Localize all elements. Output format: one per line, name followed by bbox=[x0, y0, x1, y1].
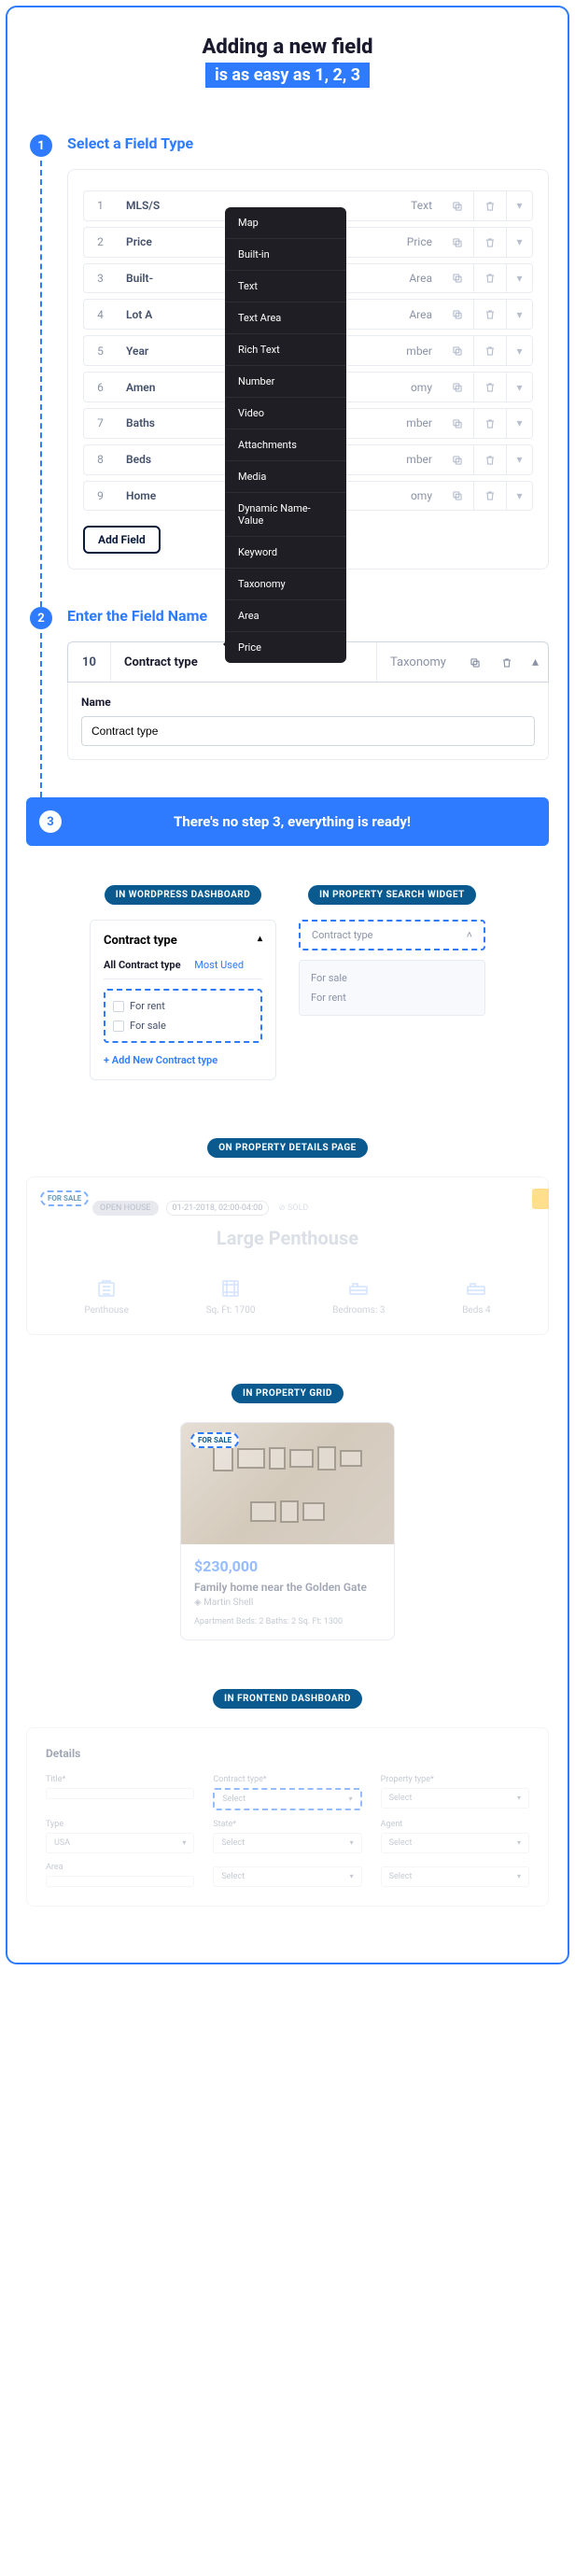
property-title: Family home near the Golden Gate bbox=[194, 1581, 381, 1594]
badge-details: ON PROPERTY DETAILS PAGE bbox=[207, 1138, 368, 1158]
form-field[interactable]: Contract type*Select▾ bbox=[213, 1775, 361, 1810]
chevron-down-icon[interactable]: ▾ bbox=[507, 408, 533, 439]
dropdown-item[interactable]: Keyword bbox=[225, 537, 346, 569]
property-meta: Apartment Beds: 2 Baths: 2 Sq. Ft: 1300 bbox=[194, 1617, 381, 1626]
copy-icon[interactable] bbox=[442, 190, 474, 221]
dropdown-item[interactable]: Video bbox=[225, 398, 346, 429]
agent-name: ◈ Martin Shell bbox=[194, 1598, 381, 1608]
dropdown-item[interactable]: Dynamic Name-Value bbox=[225, 493, 346, 537]
chevron-down-icon[interactable]: ▾ bbox=[507, 444, 533, 475]
form-field[interactable]: Property type*Select▾ bbox=[381, 1775, 529, 1810]
form-field[interactable]: AgentSelect▾ bbox=[381, 1820, 529, 1853]
dropdown-item[interactable]: Media bbox=[225, 461, 346, 493]
trash-icon[interactable] bbox=[474, 227, 507, 258]
chevron-down-icon[interactable]: ▾ bbox=[507, 335, 533, 366]
dropdown-item[interactable]: Built-in bbox=[225, 239, 346, 271]
date-badge: 01-21-2018, 02:00-04:00 bbox=[166, 1201, 270, 1216]
chevron-down-icon[interactable]: ▾ bbox=[507, 299, 533, 330]
form-field[interactable]: Select▾ bbox=[381, 1863, 529, 1887]
trash-icon[interactable] bbox=[474, 190, 507, 221]
trash-icon[interactable] bbox=[474, 481, 507, 512]
form-field[interactable]: State*Select▾ bbox=[213, 1820, 361, 1853]
dropdown-item[interactable]: Area bbox=[225, 600, 346, 632]
step-2-number: 2 bbox=[30, 607, 52, 629]
field-type: Taxonomy bbox=[377, 642, 459, 682]
widget-select[interactable]: Contract type˄ bbox=[299, 920, 485, 950]
feature-item: Bedrooms: 3 bbox=[332, 1277, 385, 1316]
dropdown-item[interactable]: Text bbox=[225, 271, 346, 303]
checkbox-option[interactable]: For rent bbox=[113, 996, 253, 1016]
badge-grid: IN PROPERTY GRID bbox=[231, 1384, 344, 1403]
dropdown-item[interactable]: Text Area bbox=[225, 303, 346, 334]
add-new-link[interactable]: + Add New Contract type bbox=[104, 1054, 262, 1066]
step-3-title: There's no step 3, everything is ready! bbox=[77, 813, 508, 830]
copy-icon[interactable] bbox=[442, 263, 474, 294]
trash-icon[interactable] bbox=[474, 408, 507, 439]
trash-icon[interactable] bbox=[474, 444, 507, 475]
widget-options[interactable]: For sale For rent bbox=[299, 960, 485, 1016]
copy-icon[interactable] bbox=[442, 227, 474, 258]
step-3-number: 3 bbox=[39, 810, 62, 833]
field-type-dropdown[interactable]: MapBuilt-inTextText AreaRich TextNumberV… bbox=[225, 207, 346, 663]
copy-icon[interactable] bbox=[459, 655, 491, 669]
chevron-down-icon[interactable]: ▾ bbox=[507, 190, 533, 221]
page-title: Adding a new field is as easy as 1, 2, 3 bbox=[26, 35, 549, 88]
tab-most-used[interactable]: Most Used bbox=[194, 959, 244, 971]
dropdown-item[interactable]: Price bbox=[225, 632, 346, 663]
chevron-down-icon[interactable]: ▾ bbox=[507, 372, 533, 402]
name-input[interactable] bbox=[81, 716, 535, 746]
tab-all[interactable]: All Contract type bbox=[104, 959, 181, 971]
favorite-tab[interactable] bbox=[532, 1189, 549, 1209]
trash-icon[interactable] bbox=[491, 655, 523, 669]
trash-icon[interactable] bbox=[474, 372, 507, 402]
name-label: Name bbox=[81, 696, 535, 709]
feature-item: Beds 4 bbox=[462, 1277, 490, 1316]
title-line2: is as easy as 1, 2, 3 bbox=[205, 63, 370, 88]
chevron-down-icon[interactable]: ▾ bbox=[507, 481, 533, 512]
trash-icon[interactable] bbox=[474, 335, 507, 366]
collapse-icon[interactable]: ▴ bbox=[258, 934, 262, 948]
step-1-number: 1 bbox=[30, 134, 52, 157]
trash-icon[interactable] bbox=[474, 299, 507, 330]
copy-icon[interactable] bbox=[442, 335, 474, 366]
copy-icon[interactable] bbox=[442, 444, 474, 475]
copy-icon[interactable] bbox=[442, 299, 474, 330]
property-price: $230,000 bbox=[194, 1557, 381, 1575]
add-field-button[interactable]: Add Field bbox=[83, 526, 161, 554]
badge-wp: IN WORDPRESS DASHBOARD bbox=[105, 885, 261, 905]
badge-frontend: IN FRONTEND DASHBOARD bbox=[213, 1689, 362, 1709]
chevron-up-icon: ˄ bbox=[467, 929, 472, 941]
form-field[interactable]: Select▾ bbox=[213, 1863, 361, 1887]
dropdown-item[interactable]: Rich Text bbox=[225, 334, 346, 366]
dropdown-item[interactable]: Number bbox=[225, 366, 346, 398]
dropdown-item[interactable]: Taxonomy bbox=[225, 569, 346, 600]
chevron-down-icon[interactable]: ▾ bbox=[507, 227, 533, 258]
copy-icon[interactable] bbox=[442, 408, 474, 439]
property-title: Large Penthouse bbox=[46, 1227, 529, 1249]
trash-icon[interactable] bbox=[474, 263, 507, 294]
wp-card-title: Contract type bbox=[104, 934, 177, 948]
form-field[interactable]: Area bbox=[46, 1863, 194, 1887]
step-3-banner: 3 There's no step 3, everything is ready… bbox=[26, 797, 549, 846]
form-field[interactable]: Title* bbox=[46, 1775, 194, 1810]
dropdown-item[interactable]: Map bbox=[225, 207, 346, 239]
checkbox-option[interactable]: For sale bbox=[113, 1016, 253, 1035]
copy-icon[interactable] bbox=[442, 372, 474, 402]
field-index: 10 bbox=[68, 642, 111, 682]
feature-item: Sq. Ft: 1700 bbox=[206, 1277, 256, 1316]
chevron-down-icon[interactable]: ▾ bbox=[507, 263, 533, 294]
dropdown-item[interactable]: Attachments bbox=[225, 429, 346, 461]
badge-widget: IN PROPERTY SEARCH WIDGET bbox=[308, 885, 476, 905]
step-1-title: Select a Field Type bbox=[67, 134, 549, 152]
for-sale-tag: FOR SALE bbox=[40, 1190, 89, 1206]
form-field[interactable]: TypeUSA▾ bbox=[46, 1820, 194, 1853]
title-line1: Adding a new field bbox=[26, 35, 549, 59]
details-heading: Details bbox=[46, 1747, 529, 1760]
sold-label: ⊘ SOLD bbox=[278, 1204, 308, 1213]
collapse-icon[interactable]: ▴ bbox=[523, 655, 548, 669]
for-sale-tag: FOR SALE bbox=[190, 1432, 239, 1448]
open-house-badge: OPEN HOUSE bbox=[92, 1201, 159, 1216]
copy-icon[interactable] bbox=[442, 481, 474, 512]
feature-item: Penthouse bbox=[84, 1277, 129, 1316]
